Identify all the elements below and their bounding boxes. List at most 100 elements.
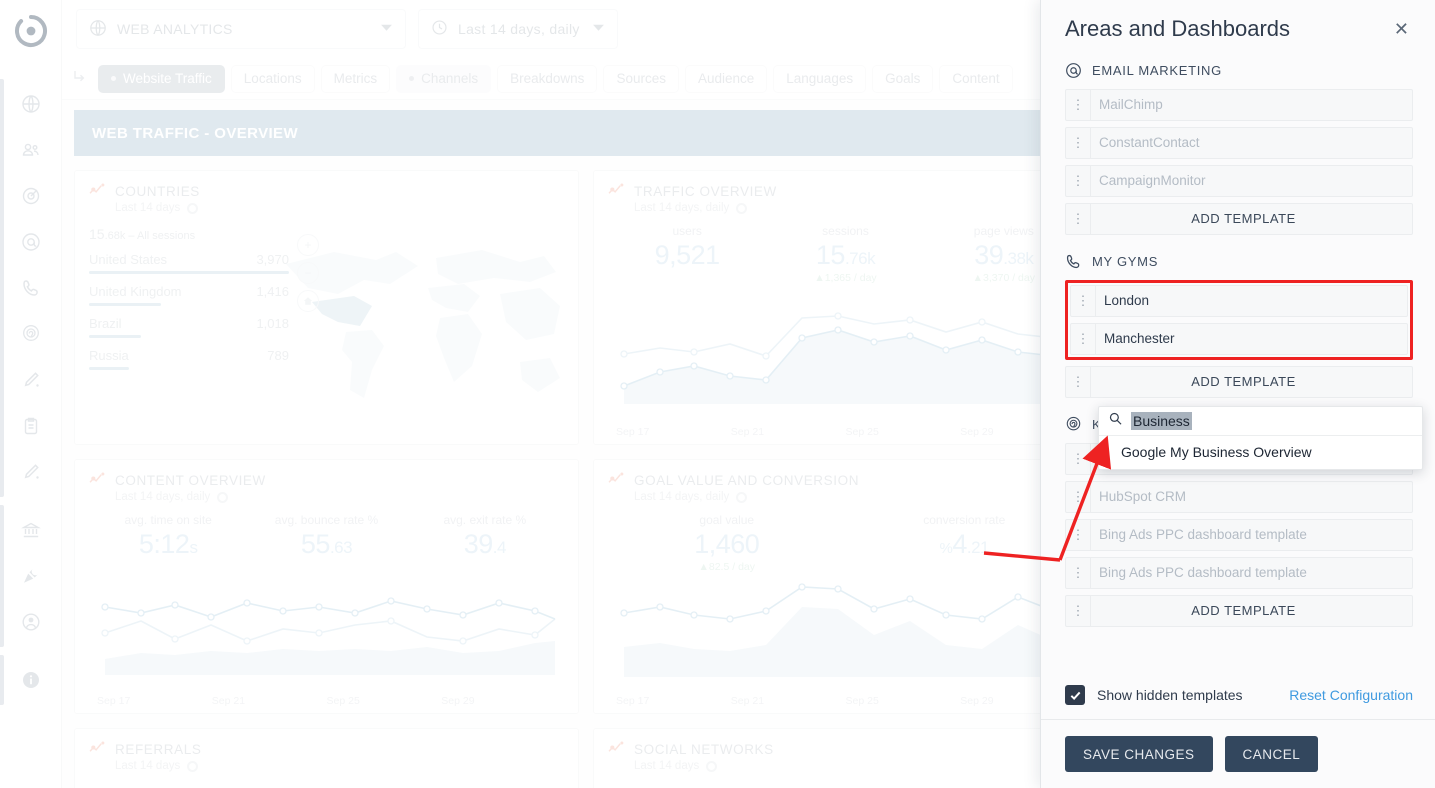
close-icon[interactable]: ✕ [1390,16,1413,42]
widget-content-overview[interactable]: CONTENT OVERVIEW Last 14 days, daily avg… [74,459,579,714]
template-row-london[interactable]: ⋮ London [1070,285,1408,317]
drag-handle-icon[interactable]: ⋮ [1071,331,1095,347]
highlight-box-my-gyms: ⋮ London ⋮ Manchester [1065,280,1413,360]
globe-icon[interactable] [0,81,61,127]
drag-handle-icon[interactable]: ⋮ [1066,527,1090,543]
widget-traffic-overview[interactable]: TRAFFIC OVERVIEW Last 14 days, daily use… [593,170,1098,445]
kpi-avg-exit-rate: avg. exit rate % 39.4 [406,513,564,560]
tab-content[interactable]: Content [939,64,1013,93]
tab-label: Metrics [333,71,378,86]
tab-languages[interactable]: Languages [773,64,867,93]
circle-dot-logo[interactable] [14,14,48,53]
axis-tick: Sep 17 [616,695,650,707]
drag-handle-icon[interactable]: ⋮ [1066,135,1090,151]
kpi-users: users 9,521 [608,224,766,284]
plus-icon[interactable]: + [297,234,319,256]
template-row-bing-ads-ppc-2[interactable]: ⋮ Bing Ads PPC dashboard template [1065,557,1413,589]
tab-label: Locations [243,71,302,86]
template-row-constantcontact[interactable]: ⋮ ConstantContact [1065,127,1413,159]
people-icon[interactable] [0,127,61,173]
tab-goals[interactable]: Goals [872,64,934,93]
save-changes-button[interactable]: SAVE CHANGES [1065,736,1213,772]
plug-icon[interactable] [0,553,61,599]
widget-title: COUNTRIES [115,183,200,199]
kpi-main: 1,460 [694,529,760,559]
panel-options-row: Show hidden templates Reset Configuratio… [1041,685,1435,705]
world-map[interactable]: + − [286,226,564,398]
search-input[interactable]: Business [1131,412,1192,430]
country-bar [89,367,129,370]
search-input-row[interactable]: Business [1099,407,1422,436]
tab-audience[interactable]: Audience [684,64,768,93]
bank-icon[interactable] [0,507,61,553]
widget-title: CONTENT OVERVIEW [115,472,266,488]
tab-breakdowns[interactable]: Breakdowns [497,64,598,93]
subtab-arrow-icon [72,68,88,89]
date-range-select[interactable]: Last 14 days, daily [418,9,618,49]
area-select[interactable]: WEB ANALYTICS [76,9,406,49]
phone-icon[interactable] [0,265,61,311]
list-item[interactable]: United States 3,970 [89,252,289,274]
tab-metrics[interactable]: Metrics [320,64,391,93]
widget-social-networks[interactable]: SOCIAL NETWORKS Last 14 days [593,728,1098,788]
drag-handle-icon[interactable]: ⋮ [1066,565,1090,581]
list-item[interactable]: Brazil 1,018 [89,316,289,338]
widget-subtitle-row: Last 14 days, daily [115,491,564,503]
traffic-chart[interactable]: Sep 17 Sep 21 Sep 25 Sep 29 [594,294,1097,444]
template-row-mailchimp[interactable]: ⋮ MailChimp [1065,89,1413,121]
at-icon[interactable] [0,219,61,265]
pencil-icon[interactable] [0,357,61,403]
template-row-manchester[interactable]: ⋮ Manchester [1070,323,1408,355]
minus-icon[interactable]: − [297,262,319,284]
show-hidden-templates-checkbox[interactable] [1065,685,1085,705]
list-item[interactable]: United Kingdom 1,416 [89,284,289,306]
info-icon[interactable] [0,657,61,703]
tab-locations[interactable]: Locations [230,64,315,93]
drag-handle-icon[interactable]: ⋮ [1066,451,1090,467]
refresh-ring-icon [736,202,748,214]
country-name: Russia [89,348,129,363]
target-icon[interactable] [0,173,61,219]
sparkline-icon [608,472,625,488]
reset-configuration-link[interactable]: Reset Configuration [1289,687,1413,703]
drag-handle-icon[interactable]: ⋮ [1066,97,1090,113]
list-item[interactable]: Russia 789 [89,348,289,370]
goal-chart[interactable]: Sep 17 Sep 21 Sep 25 Sep 29 [594,563,1097,713]
add-template-button-keywords[interactable]: ⋮ ADD TEMPLATE [1065,595,1413,627]
content-chart[interactable]: Sep 17 Sep 21 Sep 25 Sep 29 [75,563,578,713]
template-search-popup[interactable]: Business Google My Business Overview [1098,406,1423,470]
tab-label: Sources [616,71,666,86]
widget-title-row: COUNTRIES [89,183,564,199]
search-result-item[interactable]: Google My Business Overview [1099,436,1422,469]
widget-countries[interactable]: COUNTRIES Last 14 days 15.68k – All sess… [74,170,579,445]
widget-goal-value-conversion[interactable]: GOAL VALUE AND CONVERSION Last 14 days, … [593,459,1098,714]
template-row-bing-ads-ppc-1[interactable]: ⋮ Bing Ads PPC dashboard template [1065,519,1413,551]
pencil-star-icon[interactable] [0,449,61,495]
axis-tick: Sep 21 [730,695,765,707]
radar-icon[interactable] [0,311,61,357]
drag-handle-icon[interactable]: ⋮ [1066,374,1090,390]
drag-handle-icon[interactable]: ⋮ [1066,603,1090,619]
globe-icon [89,19,107,40]
user-icon[interactable] [0,599,61,645]
tab-sources[interactable]: Sources [603,64,679,93]
drag-handle-icon[interactable]: ⋮ [1066,211,1090,227]
widget-title: SOCIAL NETWORKS [634,741,774,757]
clipboard-icon[interactable] [0,403,61,449]
add-template-button-email-marketing[interactable]: ⋮ ADD TEMPLATE [1065,203,1413,235]
template-row-hubspot-crm[interactable]: ⋮ HubSpot CRM [1065,481,1413,513]
tab-channels[interactable]: Channels [396,64,492,93]
widget-referrals[interactable]: REFERRALS Last 14 days [74,728,579,788]
kpi-suffix: s [189,538,198,557]
drag-handle-icon[interactable]: ⋮ [1071,293,1095,309]
home-icon[interactable] [297,290,319,312]
axis-tick: Sep 21 [211,695,246,707]
tab-website-traffic[interactable]: Website Traffic [98,64,225,93]
rail-group-3 [0,651,61,709]
drag-handle-icon[interactable]: ⋮ [1066,489,1090,505]
widget-subtitle-row: Last 14 days [115,760,564,772]
add-template-button-my-gyms[interactable]: ⋮ ADD TEMPLATE [1065,366,1413,398]
cancel-button[interactable]: CANCEL [1224,736,1319,772]
template-row-campaignmonitor[interactable]: ⋮ CampaignMonitor [1065,165,1413,197]
drag-handle-icon[interactable]: ⋮ [1066,173,1090,189]
